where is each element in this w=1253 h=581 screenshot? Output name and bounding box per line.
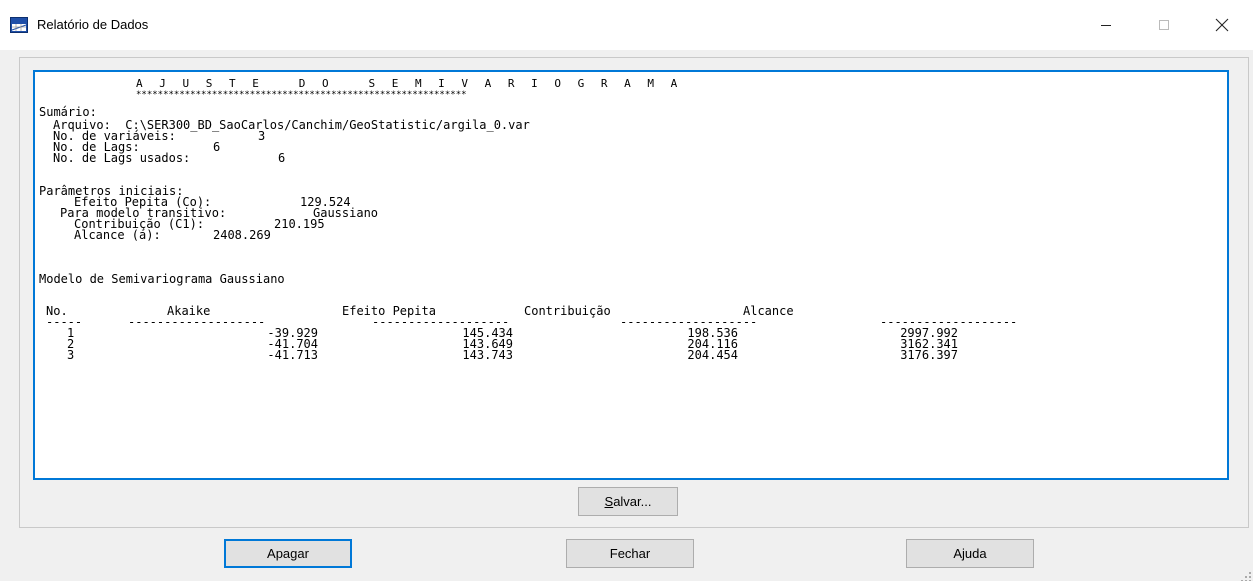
table-cell-no: 3 [67, 348, 75, 362]
minimize-button[interactable] [1083, 0, 1129, 50]
table-cell-akaike: -41.713 [267, 348, 318, 362]
save-button-label: alvar... [613, 494, 652, 509]
save-button-mnemonic: S [604, 494, 614, 509]
table-cell-contribution: 204.454 [687, 348, 738, 362]
num-vars-value: 3 [258, 129, 266, 143]
maximize-button[interactable] [1141, 0, 1187, 50]
contribution-value: 210.195 [274, 217, 325, 231]
report-heading: A J U S T E D O S E M I V A R I O G R A … [136, 77, 683, 90]
close-icon [1215, 18, 1229, 32]
table-dashes: ------------------- [128, 315, 266, 329]
num-lags-used-value: 6 [278, 151, 286, 165]
clear-button-label: Apagar [267, 546, 309, 561]
model-title: Modelo de Semivariograma Gaussiano [39, 272, 285, 286]
summary-label: Sumário: [39, 105, 97, 119]
window-title: Relatório de Dados [37, 17, 149, 32]
close-button[interactable]: Fechar [566, 539, 694, 568]
table-header-contribution: Contribuição [524, 304, 611, 318]
save-button[interactable]: Salvar... [578, 487, 678, 516]
heading-underline: ****************************************… [136, 90, 467, 100]
table-cell-nugget: 143.743 [462, 348, 513, 362]
help-button[interactable]: Ajuda [906, 539, 1034, 568]
table-cell-range: 3176.397 [900, 348, 958, 362]
num-lags-used-label: No. de Lags usados: [53, 151, 191, 165]
num-lags-value: 6 [213, 140, 221, 154]
minimize-icon [1101, 25, 1111, 26]
table-dashes: ----- [46, 315, 83, 329]
app-chart-icon [10, 17, 28, 33]
clear-button[interactable]: Apagar [224, 539, 352, 568]
title-bar[interactable]: Relatório de Dados [0, 0, 1253, 50]
report-window: Relatório de Dados A J U S T E D O S E M… [0, 0, 1253, 581]
close-button-label: Fechar [609, 546, 651, 561]
range-label: Alcance (a): [74, 228, 161, 242]
maximize-icon [1159, 20, 1169, 30]
help-button-label: Ajuda [953, 546, 987, 561]
report-text-area[interactable]: A J U S T E D O S E M I V A R I O G R A … [33, 70, 1229, 480]
close-window-button[interactable] [1199, 0, 1245, 50]
range-value: 2408.269 [213, 228, 271, 242]
resize-grip-icon[interactable] [1241, 569, 1251, 581]
